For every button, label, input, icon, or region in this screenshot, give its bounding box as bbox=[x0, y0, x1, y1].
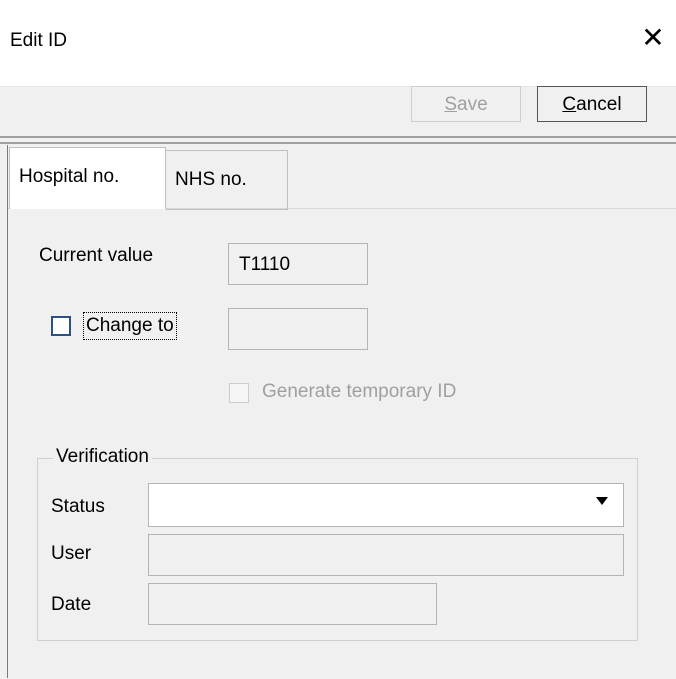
date-field bbox=[148, 583, 437, 625]
change-to-label[interactable]: Change to bbox=[83, 312, 177, 340]
cancel-label: ancel bbox=[576, 94, 622, 115]
user-field bbox=[148, 534, 624, 576]
tab-hospital-no[interactable]: Hospital no. bbox=[9, 147, 166, 209]
status-label: Status bbox=[51, 496, 105, 517]
separator bbox=[0, 136, 676, 138]
cancel-button[interactable]: Cancel bbox=[537, 86, 647, 122]
save-mnemonic: S bbox=[444, 94, 458, 115]
close-icon[interactable]: ✕ bbox=[633, 18, 673, 58]
user-label: User bbox=[51, 543, 92, 564]
date-label: Date bbox=[51, 594, 92, 615]
tab-nhs-no[interactable]: NHS no. bbox=[166, 150, 288, 210]
cancel-mnemonic: C bbox=[562, 94, 577, 115]
current-value-field: T1110 bbox=[228, 243, 368, 285]
title-bar bbox=[0, 0, 676, 86]
status-dropdown[interactable] bbox=[148, 483, 624, 527]
window-title: Edit ID bbox=[10, 30, 68, 51]
change-to-checkbox[interactable] bbox=[51, 316, 71, 336]
save-button[interactable]: Save bbox=[411, 86, 521, 122]
chevron-down-icon[interactable] bbox=[596, 497, 608, 505]
generate-temporary-id-label: Generate temporary ID bbox=[262, 381, 457, 402]
verification-legend: Verification bbox=[53, 446, 152, 468]
separator bbox=[0, 142, 676, 144]
save-label: ave bbox=[457, 94, 488, 115]
current-value-label: Current value bbox=[39, 245, 154, 266]
change-to-field bbox=[228, 308, 368, 350]
generate-temporary-id-checkbox bbox=[229, 383, 249, 403]
